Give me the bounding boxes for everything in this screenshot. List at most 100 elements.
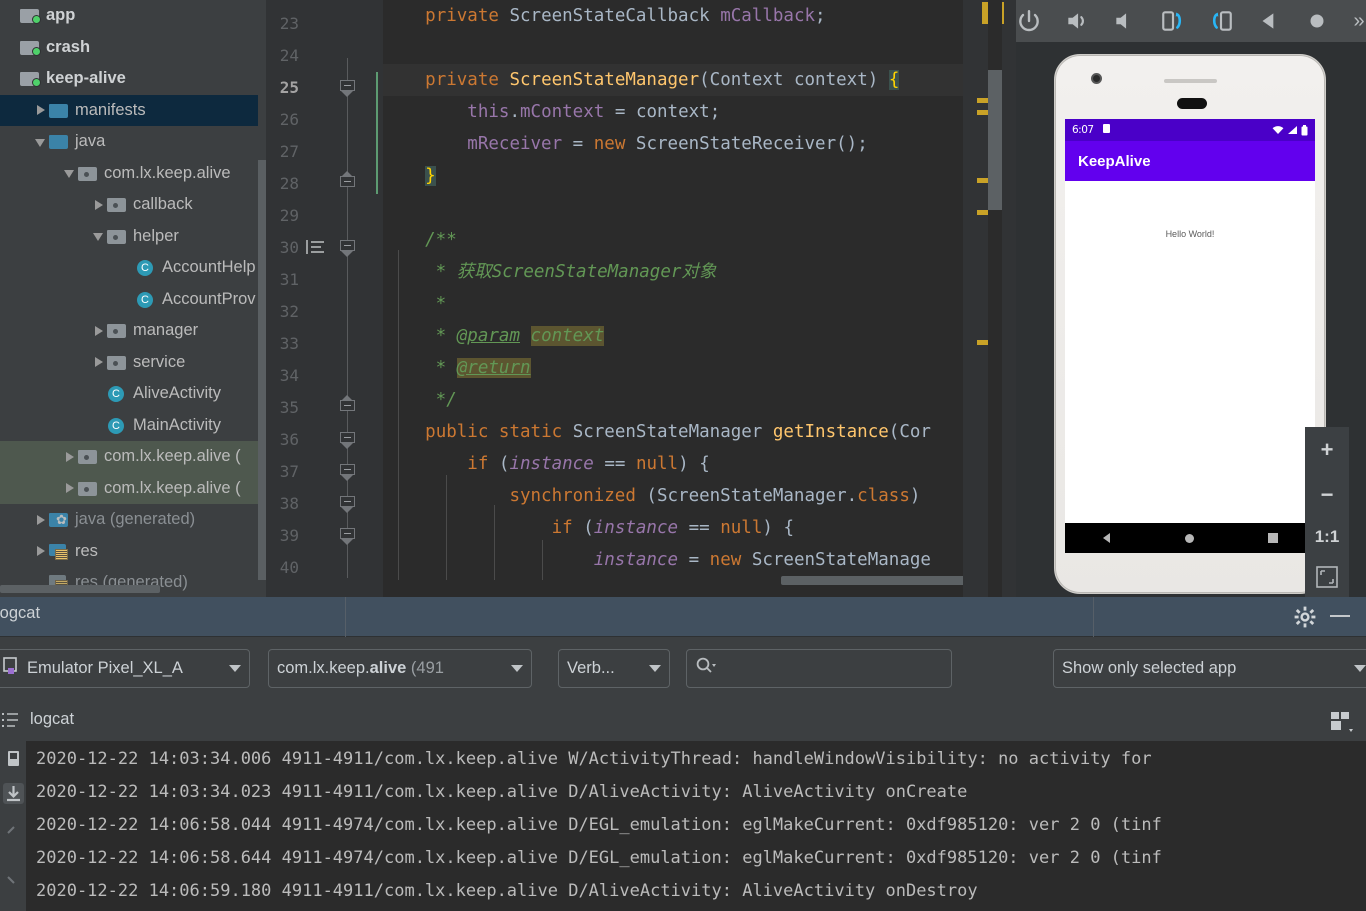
code-line[interactable]: synchronized (ScreenStateManager.class): [383, 480, 963, 512]
code-line[interactable]: if (instance == null) {: [383, 448, 963, 480]
logcat-line[interactable]: 2020-12-22 14:06:59.180 4911-4911/com.lx…: [36, 875, 978, 907]
code-line[interactable]: * @param context: [383, 320, 963, 352]
code-fold-toggle[interactable]: [340, 80, 356, 97]
project-tree-panel[interactable]: app crash keep-alive manifests java com.lx.ke…: [0, 0, 266, 597]
editor-horizontal-scrollbar[interactable]: [781, 576, 963, 585]
search-text-field[interactable]: [721, 659, 943, 678]
sidebar-item-res[interactable]: res: [0, 536, 266, 568]
power-icon[interactable]: [1016, 8, 1042, 34]
sidebar-item-accountprov[interactable]: AccountProv: [0, 284, 266, 316]
chevron-right-icon[interactable]: [62, 480, 78, 496]
layout-toggle-icon[interactable]: [1330, 711, 1354, 733]
code-line[interactable]: }: [383, 160, 963, 192]
scroll-up-icon[interactable]: [3, 821, 24, 842]
zoom-in-button[interactable]: +: [1321, 437, 1334, 463]
chevron-right-icon[interactable]: [91, 354, 107, 370]
zoom-out-button[interactable]: −: [1321, 482, 1334, 508]
sidebar-item-java[interactable]: java: [0, 126, 266, 158]
code-line[interactable]: [383, 192, 963, 224]
nav-recents-button[interactable]: [1232, 533, 1315, 543]
sidebar-vertical-scrollbar[interactable]: [258, 0, 266, 597]
logcat-line[interactable]: 2020-12-22 14:06:58.044 4911-4974/com.lx…: [36, 809, 1162, 841]
settings-gear-icon[interactable]: [1294, 606, 1316, 628]
sidebar-item-aliveactivity[interactable]: AliveActivity: [0, 378, 266, 410]
back-icon[interactable]: [1256, 8, 1282, 34]
device-screen[interactable]: 6:07 KeepAlive Hello World!: [1065, 119, 1315, 523]
code-line[interactable]: */: [383, 384, 963, 416]
code-fold-toggle[interactable]: [340, 432, 356, 449]
sidebar-item-app[interactable]: app: [0, 0, 266, 32]
search-input[interactable]: [686, 649, 952, 688]
more-icon[interactable]: »: [1352, 8, 1366, 34]
clear-logcat-icon[interactable]: [3, 749, 24, 770]
code-line[interactable]: if (instance == null) {: [383, 512, 963, 544]
code-line[interactable]: * 获取ScreenStateManager对象: [383, 256, 963, 288]
logcat-tab-bar[interactable]: logcat: [0, 597, 1366, 637]
code-fold-toggle[interactable]: [340, 528, 356, 545]
chevron-right-icon[interactable]: [33, 102, 49, 118]
editor-scroll-thumb[interactable]: [988, 70, 1002, 210]
sidebar-item-service[interactable]: service: [0, 347, 266, 379]
nav-home-button[interactable]: [1148, 533, 1231, 544]
code-fold-toggle[interactable]: [340, 464, 356, 481]
code-line[interactable]: private ScreenStateManager(Context conte…: [383, 64, 963, 96]
sidebar-scroll-thumb[interactable]: [258, 160, 266, 580]
chevron-right-icon[interactable]: [91, 197, 107, 213]
sidebar-item-helper[interactable]: helper: [0, 221, 266, 253]
logcat-output[interactable]: 2020-12-22 14:03:34.006 4911-4911/com.lx…: [26, 741, 1366, 911]
chevron-down-icon[interactable]: [91, 228, 107, 244]
rotate-left-icon[interactable]: [1160, 8, 1186, 34]
scroll-to-end-icon[interactable]: [3, 783, 24, 804]
code-line[interactable]: instance = new ScreenStateManage: [383, 544, 963, 576]
chevron-right-icon[interactable]: [91, 323, 107, 339]
app-content[interactable]: Hello World!: [1065, 181, 1315, 523]
code-editor[interactable]: 23 24 25 26 27 28 29 30 31 32 33 34 35 36 37 38 39 40 pri…: [266, 0, 1016, 597]
code-line[interactable]: * @return: [383, 352, 963, 384]
log-level-selector[interactable]: Verb...: [558, 649, 670, 688]
sidebar-item-keep-alive[interactable]: keep-alive: [0, 63, 266, 95]
logcat-line[interactable]: 2020-12-22 14:06:58.644 4911-4974/com.lx…: [36, 842, 1162, 874]
chevron-down-icon[interactable]: [33, 134, 49, 150]
device-selector[interactable]: Emulator Pixel_XL_A: [0, 649, 250, 688]
chevron-down-icon[interactable]: [62, 165, 78, 181]
logcat-line[interactable]: 2020-12-22 14:03:34.023 4911-4911/com.lx…: [36, 776, 967, 808]
sidebar-item-manifests[interactable]: manifests: [0, 94, 266, 126]
process-selector[interactable]: com.lx.keep.alive (491: [268, 649, 532, 688]
sidebar-item-com-lx-keep-alive[interactable]: com.lx.keep.alive (: [0, 441, 266, 473]
logcat-vertical-scrollbar[interactable]: [1356, 741, 1366, 911]
editor-gutter[interactable]: 23 24 25 26 27 28 29 30 31 32 33 34 35 36 37 38 39 40: [266, 0, 383, 597]
nav-back-button[interactable]: [1065, 532, 1148, 544]
code-fold-toggle[interactable]: [340, 171, 356, 192]
sidebar-item-com-lx-keep-alive[interactable]: com.lx.keep.alive: [0, 158, 266, 190]
chevron-right-icon[interactable]: [33, 543, 49, 559]
code-line[interactable]: *: [383, 288, 963, 320]
rotate-right-icon[interactable]: [1208, 8, 1234, 34]
emulator-device-area[interactable]: 6:07 KeepAlive Hello World! + − 1:1: [1016, 42, 1366, 602]
sidebar-item-mainactivity[interactable]: MainActivity: [0, 410, 266, 442]
code-line[interactable]: mReceiver = new ScreenStateReceiver();: [383, 128, 963, 160]
emulator-zoom-panel[interactable]: + − 1:1: [1305, 427, 1349, 602]
code-fold-toggle[interactable]: [340, 496, 356, 513]
filter-selector[interactable]: Show only selected app: [1053, 649, 1366, 688]
sidebar-item-accounthelp[interactable]: AccountHelp: [0, 252, 266, 284]
code-line[interactable]: /**: [383, 224, 963, 256]
sidebar-item-callback[interactable]: callback: [0, 189, 266, 221]
code-line[interactable]: [383, 32, 963, 64]
sidebar-item-java-generated[interactable]: java (generated): [0, 504, 266, 536]
volume-down-icon[interactable]: [1112, 8, 1138, 34]
code-line[interactable]: public static ScreenStateManager getInst…: [383, 416, 963, 448]
home-icon[interactable]: [1304, 8, 1330, 34]
android-nav-bar[interactable]: [1065, 523, 1315, 553]
sidebar-item-crash[interactable]: crash: [0, 32, 266, 64]
logcat-left-toolbar[interactable]: [0, 741, 26, 911]
code-text-area[interactable]: private ScreenStateCallback mCallback; p…: [383, 0, 963, 597]
logcat-line[interactable]: 2020-12-22 14:03:34.006 4911-4911/com.lx…: [36, 743, 1152, 775]
minimize-icon[interactable]: [1330, 615, 1350, 617]
code-line[interactable]: this.mContext = context;: [383, 96, 963, 128]
volume-up-icon[interactable]: [1064, 8, 1090, 34]
code-fold-toggle[interactable]: [340, 240, 356, 257]
logcat-panel[interactable]: logcat Emulator Pixel_XL_A com.lx.keep.a…: [0, 597, 1366, 911]
code-fold-toggle[interactable]: [340, 395, 356, 416]
chevron-right-icon[interactable]: [62, 449, 78, 465]
emulator-panel[interactable]: » 6:07 KeepAlive Hello World! + − 1:1: [1016, 0, 1366, 602]
